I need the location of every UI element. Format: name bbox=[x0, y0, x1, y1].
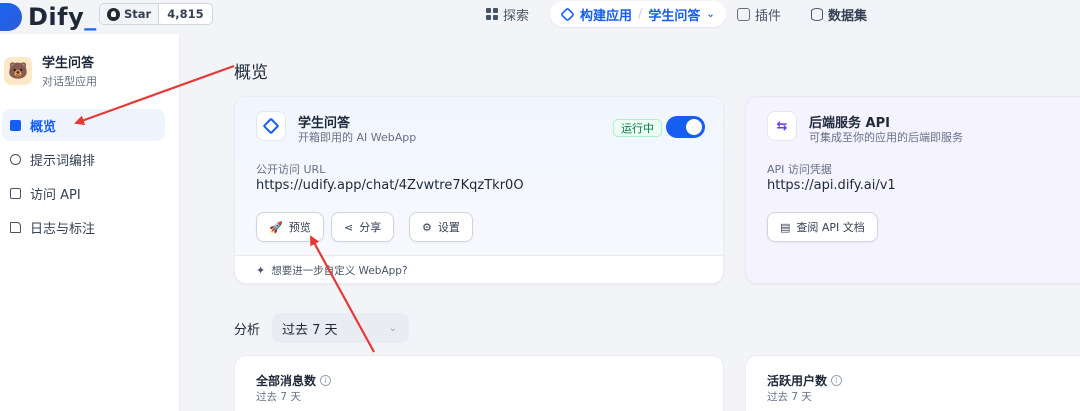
page-title: 概览 bbox=[234, 63, 268, 83]
cube-icon bbox=[560, 6, 575, 22]
settings-button[interactable]: ⚙ 设置 bbox=[409, 212, 473, 242]
stat-title-text: 全部消息数 bbox=[256, 374, 317, 388]
analysis-label: 分析 bbox=[234, 323, 261, 338]
nav-plugins[interactable]: 插件 bbox=[737, 0, 781, 28]
stat-period: 过去 7 天 bbox=[256, 391, 301, 403]
github-icon bbox=[107, 7, 120, 21]
github-star-label: Star bbox=[124, 7, 152, 21]
api-endpoint[interactable]: https://api.dify.ai/v1 bbox=[767, 178, 896, 193]
rocket-icon: 🚀 bbox=[269, 220, 283, 234]
database-icon bbox=[811, 7, 823, 21]
nav-studio-breadcrumb[interactable]: 构建应用 / 学生问答 ⌄ bbox=[550, 1, 726, 27]
info-icon[interactable]: i bbox=[831, 375, 843, 386]
api-card-body: ⇆ 后端服务 API 可集成至你的应用的后端即服务 API 访问凭据 https… bbox=[746, 97, 1080, 255]
share-icon: ⋖ bbox=[344, 220, 354, 234]
nav-studio-label[interactable]: 构建应用 bbox=[580, 5, 632, 24]
overview-icon bbox=[10, 119, 21, 131]
api-key-label: API 访问凭据 bbox=[767, 163, 832, 176]
preview-button[interactable]: 🚀 预览 bbox=[256, 212, 324, 242]
api-icon: ⇆ bbox=[767, 111, 797, 141]
sidebar-item-label: 访问 API bbox=[30, 187, 81, 203]
sidebar-item-label: 提示词编排 bbox=[30, 153, 96, 169]
sidebar-item-overview[interactable]: 概览 bbox=[2, 109, 165, 141]
sidebar-item-label: 概览 bbox=[30, 119, 57, 135]
chevron-down-icon[interactable]: ⌄ bbox=[706, 9, 714, 20]
customize-webapp-link[interactable]: ✦ 想要进一步自定义 WebApp? bbox=[235, 255, 723, 283]
api-doc-button-label: 查阅 API 文档 bbox=[796, 221, 865, 234]
preview-button-label: 预览 bbox=[288, 221, 311, 234]
stat-title: 全部消息数 i bbox=[256, 372, 332, 389]
app-header[interactable]: 🐻 学生问答 对话型应用 bbox=[4, 52, 97, 89]
cube-icon bbox=[256, 111, 286, 141]
sparkle-icon: ✦ bbox=[256, 264, 266, 277]
dify-logo[interactable]: Dify_ bbox=[0, 0, 97, 34]
document-icon: ▤ bbox=[780, 220, 791, 234]
stat-card-active-users: 活跃用户数 i 过去 7 天 bbox=[745, 355, 1080, 411]
stat-period: 过去 7 天 bbox=[767, 391, 812, 403]
nav-datasets[interactable]: 数据集 bbox=[811, 0, 867, 28]
app-avatar: 🐻 bbox=[4, 56, 32, 85]
dify-logo-mark bbox=[0, 3, 22, 31]
sidebar: 🐻 学生问答 对话型应用 概览 提示词编排 访问 API 日志与标注 bbox=[0, 34, 180, 411]
url-label: 公开访问 URL bbox=[256, 163, 326, 176]
nav-explore-label: 探索 bbox=[503, 8, 530, 24]
app-type: 对话型应用 bbox=[42, 75, 97, 88]
nav-explore[interactable]: 探索 bbox=[486, 0, 529, 28]
document-icon bbox=[10, 221, 21, 233]
time-range-select[interactable]: 过去 7 天 ⌄ bbox=[272, 313, 409, 343]
status-badge: 运行中 bbox=[613, 119, 662, 137]
breadcrumb-separator: / bbox=[638, 6, 643, 22]
github-star-badge[interactable]: Star 4,815 bbox=[99, 3, 213, 25]
sidebar-item-api[interactable]: 访问 API bbox=[2, 177, 165, 209]
app-name: 学生问答 bbox=[42, 56, 95, 71]
nav-datasets-label: 数据集 bbox=[828, 8, 868, 24]
sidebar-item-prompt[interactable]: 提示词编排 bbox=[2, 143, 165, 175]
sidebar-item-label: 日志与标注 bbox=[30, 221, 96, 237]
stat-title: 活跃用户数 i bbox=[767, 372, 843, 389]
api-card: ⇆ 后端服务 API 可集成至你的应用的后端即服务 API 访问凭据 https… bbox=[745, 96, 1080, 284]
time-range-value: 过去 7 天 bbox=[282, 322, 338, 338]
share-button-label: 分享 bbox=[359, 221, 382, 234]
webapp-enabled-toggle[interactable] bbox=[666, 116, 705, 138]
puzzle-icon bbox=[737, 7, 750, 21]
stat-card-messages: 全部消息数 i 过去 7 天 bbox=[234, 355, 724, 411]
logo-text: Dify_ bbox=[28, 3, 97, 31]
webapp-subtitle: 开箱即用的 AI WebApp bbox=[298, 131, 417, 144]
customize-webapp-text: 想要进一步自定义 WebApp? bbox=[271, 265, 408, 277]
github-star-count: 4,815 bbox=[167, 7, 204, 21]
api-doc-button[interactable]: ▤ 查阅 API 文档 bbox=[767, 212, 878, 242]
info-icon[interactable]: i bbox=[320, 375, 332, 386]
terminal-icon bbox=[10, 187, 21, 199]
grid-icon bbox=[486, 8, 498, 20]
stat-title-text: 活跃用户数 bbox=[767, 374, 828, 388]
share-button[interactable]: ⋖ 分享 bbox=[331, 212, 395, 242]
nav-current-app[interactable]: 学生问答 bbox=[648, 5, 700, 24]
api-subtitle: 可集成至你的应用的后端即服务 bbox=[809, 131, 963, 144]
settings-button-label: 设置 bbox=[437, 221, 460, 234]
public-url[interactable]: https://udify.app/chat/4Zvwtre7KqzTkr0O bbox=[256, 178, 524, 193]
webapp-card-body: 学生问答 开箱即用的 AI WebApp 运行中 公开访问 URL https:… bbox=[235, 97, 723, 255]
webapp-card: 学生问答 开箱即用的 AI WebApp 运行中 公开访问 URL https:… bbox=[234, 96, 724, 284]
settings-icon bbox=[10, 153, 21, 165]
sidebar-item-logs[interactable]: 日志与标注 bbox=[2, 211, 165, 243]
github-star-button[interactable]: Star bbox=[100, 4, 160, 24]
gear-icon: ⚙ bbox=[422, 220, 432, 234]
chevron-down-icon: ⌄ bbox=[388, 322, 397, 334]
top-bar: Dify_ Star 4,815 探索 构建应用 / 学生问答 ⌄ 插件 数据集 bbox=[0, 0, 1080, 34]
nav-plugins-label: 插件 bbox=[755, 8, 782, 24]
